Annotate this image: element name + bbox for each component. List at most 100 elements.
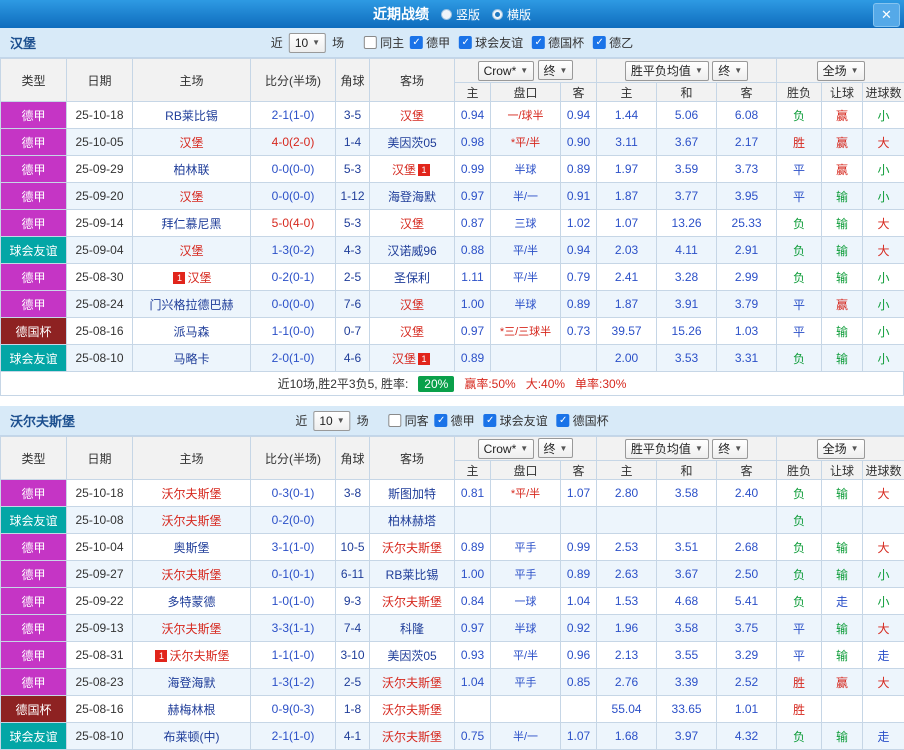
league-type-cell: 球会友谊 bbox=[1, 723, 67, 750]
league-filter-checkbox[interactable]: ✓德乙 bbox=[593, 34, 633, 51]
match-date-cell: 25-09-20 bbox=[67, 183, 133, 210]
checkbox-icon: ✓ bbox=[389, 414, 402, 427]
league-filter-checkbox[interactable]: ✓德甲 bbox=[410, 34, 450, 51]
match-date-cell: 25-10-08 bbox=[67, 507, 133, 534]
scope-select[interactable]: 全场▼ bbox=[817, 439, 865, 459]
match-date-cell: 25-08-10 bbox=[67, 723, 133, 750]
avg-home-odds-cell: 1.87 bbox=[597, 291, 657, 318]
odds-company-value: Crow* bbox=[484, 64, 517, 78]
league-type-cell: 德甲 bbox=[1, 534, 67, 561]
match-count-select[interactable]: 10▼ bbox=[289, 33, 326, 53]
avg-home-odds-cell: 1.07 bbox=[597, 210, 657, 237]
same-venue-checkbox[interactable]: ✓ 同主 bbox=[364, 34, 404, 51]
score-cell: 0-1(0-1) bbox=[251, 561, 336, 588]
avg-draw-odds-cell bbox=[657, 507, 717, 534]
score-cell: 2-0(1-0) bbox=[251, 345, 336, 372]
away-team-cell: 美因茨05 bbox=[370, 129, 455, 156]
match-row: 球会友谊 25-08-10 马略卡 2-0(1-0) 4-6 汉堡1 0.89 … bbox=[1, 345, 904, 372]
corner-cell: 1-8 bbox=[336, 696, 370, 723]
team-label: 汉堡 bbox=[400, 325, 424, 339]
subheader-handicap-result: 让球 bbox=[822, 83, 863, 102]
close-button[interactable]: ✕ bbox=[873, 3, 900, 27]
team-label: 沃尔夫斯堡 bbox=[161, 487, 221, 501]
chevron-down-icon: ▼ bbox=[312, 38, 320, 47]
match-count-select[interactable]: 10▼ bbox=[313, 411, 350, 431]
home-team-cell: 奥斯堡 bbox=[133, 534, 251, 561]
odds-final-select[interactable]: 终▼ bbox=[538, 60, 574, 80]
layout-vertical-radio[interactable]: 竖版 bbox=[441, 6, 480, 23]
league-filter-checkbox[interactable]: ✓德国杯 bbox=[532, 34, 584, 51]
avg-draw-odds-cell: 4.11 bbox=[657, 237, 717, 264]
away-team-cell: 沃尔夫斯堡 bbox=[370, 534, 455, 561]
avg-away-odds-cell: 3.29 bbox=[717, 642, 777, 669]
goals-result-cell: 大 bbox=[863, 237, 904, 264]
handicap-result-cell: 输 bbox=[822, 345, 863, 372]
league-type-cell: 德甲 bbox=[1, 291, 67, 318]
team-label: 汉堡 bbox=[400, 298, 424, 312]
odds-final-select[interactable]: 终▼ bbox=[538, 438, 574, 458]
handicap-away-odds-cell bbox=[561, 345, 597, 372]
home-team-cell: 沃尔夫斯堡 bbox=[133, 480, 251, 507]
col-header-type: 类型 bbox=[1, 59, 67, 102]
result-cell: 平 bbox=[777, 642, 822, 669]
league-filter-checkbox[interactable]: ✓球会友谊 bbox=[484, 412, 548, 429]
league-filter-checkbox[interactable]: ✓德国杯 bbox=[557, 412, 609, 429]
league-type-cell: 德甲 bbox=[1, 156, 67, 183]
handicap-result-cell: 赢 bbox=[822, 102, 863, 129]
page-title: 近期战绩 bbox=[373, 4, 429, 24]
avg-away-odds-cell: 2.99 bbox=[717, 264, 777, 291]
col-header-type: 类型 bbox=[1, 437, 67, 480]
goals-result-cell: 小 bbox=[863, 183, 904, 210]
handicap-line-cell: *三/三球半 bbox=[491, 318, 561, 345]
same-venue-checkbox[interactable]: ✓ 同客 bbox=[389, 412, 429, 429]
away-team-cell: 柏林赫塔 bbox=[370, 507, 455, 534]
league-filter-checkbox[interactable]: ✓德甲 bbox=[435, 412, 475, 429]
match-row: 德甲 25-10-18 沃尔夫斯堡 0-3(0-1) 3-8 斯图加特 0.81… bbox=[1, 480, 904, 507]
radio-icon bbox=[492, 9, 503, 20]
handicap-away-odds-cell: 0.89 bbox=[561, 291, 597, 318]
avg-odds-select[interactable]: 胜平负均值▼ bbox=[625, 61, 709, 81]
handicap-line-cell: 半球 bbox=[491, 156, 561, 183]
team-label: 多特蒙德 bbox=[167, 595, 215, 609]
goals-result-cell: 小 bbox=[863, 264, 904, 291]
handicap-line-cell: *平/半 bbox=[491, 129, 561, 156]
match-date-cell: 25-09-04 bbox=[67, 237, 133, 264]
col-header-home: 主场 bbox=[133, 437, 251, 480]
result-cell: 负 bbox=[777, 210, 822, 237]
away-team-cell: 汉堡1 bbox=[370, 156, 455, 183]
odds-company-select[interactable]: Crow*▼ bbox=[478, 439, 535, 459]
avg-final-select[interactable]: 终▼ bbox=[712, 61, 748, 81]
scope-select[interactable]: 全场▼ bbox=[817, 61, 865, 81]
score-cell: 1-1(0-0) bbox=[251, 318, 336, 345]
away-team-cell: 汉堡 bbox=[370, 102, 455, 129]
handicap-line-cell: 平手 bbox=[491, 669, 561, 696]
corner-cell: 5-3 bbox=[336, 156, 370, 183]
result-cell: 负 bbox=[777, 534, 822, 561]
goals-result-cell: 大 bbox=[863, 480, 904, 507]
handicap-group-header: Crow*▼ 终▼ bbox=[455, 437, 597, 461]
match-count-value: 10 bbox=[319, 414, 332, 428]
result-cell: 胜 bbox=[777, 669, 822, 696]
team-label: RB莱比锡 bbox=[386, 568, 439, 582]
handicap-result-cell: 赢 bbox=[822, 129, 863, 156]
handicap-away-odds-cell: 1.04 bbox=[561, 588, 597, 615]
handicap-result-cell bbox=[822, 696, 863, 723]
league-filter-group: ✓德甲 ✓球会友谊 ✓德国杯 ✓德乙 bbox=[410, 34, 633, 51]
col-header-away: 客场 bbox=[370, 59, 455, 102]
score-cell: 1-1(1-0) bbox=[251, 642, 336, 669]
avg-odds-select[interactable]: 胜平负均值▼ bbox=[625, 439, 709, 459]
match-row: 德国杯 25-08-16 赫梅林根 0-9(0-3) 1-8 沃尔夫斯堡 55.… bbox=[1, 696, 904, 723]
odds-company-select[interactable]: Crow*▼ bbox=[478, 61, 535, 81]
corner-cell bbox=[336, 507, 370, 534]
away-team-cell: 海登海默 bbox=[370, 183, 455, 210]
handicap-line-cell: 半/一 bbox=[491, 723, 561, 750]
same-venue-label: 同主 bbox=[380, 34, 404, 51]
avg-final-select[interactable]: 终▼ bbox=[712, 439, 748, 459]
league-type-cell: 德甲 bbox=[1, 102, 67, 129]
team-label: 美因茨05 bbox=[387, 136, 436, 150]
layout-horizontal-radio[interactable]: 横版 bbox=[492, 6, 531, 23]
league-filter-checkbox[interactable]: ✓球会友谊 bbox=[459, 34, 523, 51]
match-date-cell: 25-08-23 bbox=[67, 669, 133, 696]
league-type-cell: 德甲 bbox=[1, 129, 67, 156]
match-row: 德甲 25-08-23 海登海默 1-3(1-2) 2-5 沃尔夫斯堡 1.04… bbox=[1, 669, 904, 696]
